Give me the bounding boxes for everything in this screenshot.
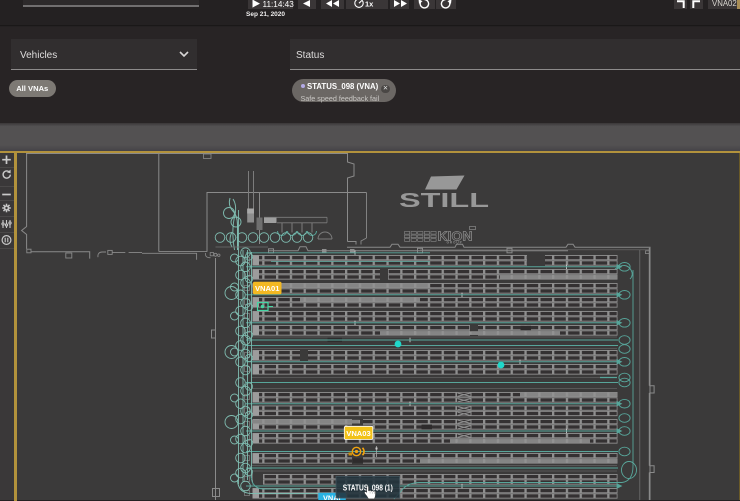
svg-text:G R O U P: G R O U P <box>447 241 463 245</box>
svg-text:VNA03: VNA03 <box>346 429 370 438</box>
svg-text:11:14:43: 11:14:43 <box>263 0 295 9</box>
svg-text:STILL: STILL <box>399 190 489 212</box>
svg-text:VNA01: VNA01 <box>255 284 280 293</box>
svg-text:1x: 1x <box>365 0 374 9</box>
